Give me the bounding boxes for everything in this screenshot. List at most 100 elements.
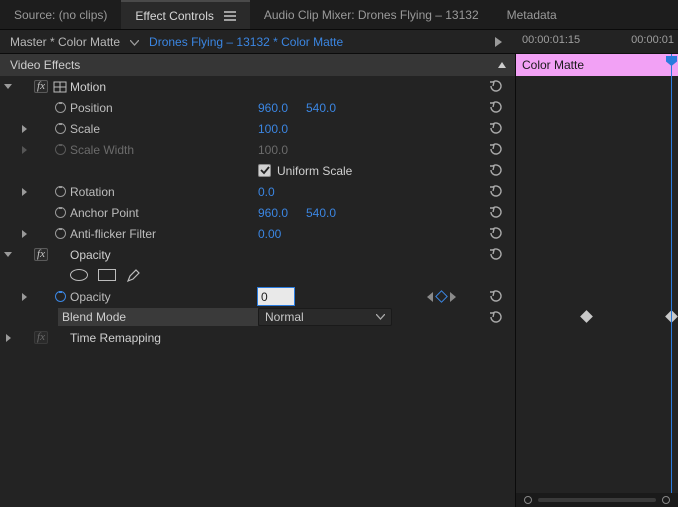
prop-scale: Scale 100.0	[0, 118, 515, 139]
fx-badge-icon[interactable]: fx	[34, 80, 48, 93]
timeline-clip-bar[interactable]: Color Matte	[516, 54, 678, 76]
position-x-value[interactable]: 960.0	[258, 101, 306, 115]
transform-icon	[53, 81, 67, 93]
antiflicker-value[interactable]: 0.00	[258, 227, 306, 241]
zoom-handle-right[interactable]	[662, 496, 670, 504]
effect-opacity[interactable]: fx Opacity	[0, 244, 515, 265]
video-effects-label: Video Effects	[10, 58, 80, 72]
position-y-value[interactable]: 540.0	[306, 101, 384, 115]
prop-rotation: Rotation 0.0	[0, 181, 515, 202]
tab-audio-mixer-label: Audio Clip Mixer: Drones Flying – 13132	[264, 8, 479, 22]
pen-mask-icon[interactable]	[126, 269, 140, 283]
scale-value[interactable]: 100.0	[258, 122, 306, 136]
prop-anchor-point: Anchor Point 960.0 540.0	[0, 202, 515, 223]
tab-metadata-label: Metadata	[507, 8, 557, 22]
twirl-closed-icon[interactable]	[22, 146, 27, 154]
fx-badge-icon[interactable]: fx	[34, 248, 48, 261]
tab-source[interactable]: Source: (no clips)	[0, 0, 121, 29]
reset-icon[interactable]	[488, 80, 504, 94]
rotation-value[interactable]: 0.0	[258, 185, 306, 199]
reset-icon[interactable]	[488, 164, 504, 178]
reset-icon[interactable]	[488, 227, 504, 241]
clip-master-label: Master * Color Matte	[10, 35, 120, 49]
collapse-icon[interactable]	[498, 62, 506, 68]
timecode-tick: 00:00:01:15	[522, 34, 580, 46]
blend-mode-select[interactable]: Normal	[258, 308, 392, 326]
tab-effect-controls-label: Effect Controls	[135, 9, 213, 23]
stopwatch-icon[interactable]	[54, 122, 67, 135]
clip-sequence-label[interactable]: Drones Flying – 13132 * Color Matte	[149, 35, 343, 49]
video-effects-header[interactable]: Video Effects	[0, 54, 515, 76]
reset-icon[interactable]	[488, 143, 504, 157]
timecode-tick: 00:00:01	[631, 34, 674, 46]
tab-metadata[interactable]: Metadata	[493, 0, 571, 29]
stopwatch-on-icon[interactable]	[54, 290, 67, 303]
timeline-panel: Color Matte	[516, 54, 678, 507]
chevron-down-icon	[376, 314, 385, 320]
add-keyframe-icon[interactable]	[435, 290, 448, 303]
chevron-down-icon[interactable]	[130, 35, 139, 49]
reset-icon[interactable]	[488, 206, 504, 220]
panel-menu-icon[interactable]	[224, 11, 236, 21]
fx-badge-icon[interactable]: fx	[34, 331, 48, 344]
reset-icon[interactable]	[488, 248, 504, 262]
effect-time-remapping[interactable]: fx Time Remapping	[0, 327, 515, 348]
zoom-track[interactable]	[538, 498, 656, 502]
stopwatch-icon[interactable]	[54, 185, 67, 198]
play-icon[interactable]	[495, 37, 502, 47]
stopwatch-icon[interactable]	[54, 206, 67, 219]
prop-position-label: Position	[70, 101, 258, 115]
twirl-closed-icon[interactable]	[6, 334, 11, 342]
prop-rotation-label: Rotation	[70, 185, 258, 199]
reset-icon[interactable]	[488, 310, 504, 324]
twirl-closed-icon[interactable]	[22, 293, 27, 301]
effect-opacity-label: Opacity	[70, 248, 258, 262]
panel-tab-strip: Source: (no clips) Effect Controls Audio…	[0, 0, 678, 30]
uniform-scale-label: Uniform Scale	[277, 164, 352, 178]
effect-motion[interactable]: fx Motion	[0, 76, 515, 97]
stopwatch-icon[interactable]	[54, 101, 67, 114]
scale-width-value: 100.0	[258, 143, 306, 157]
stopwatch-icon[interactable]	[54, 227, 67, 240]
next-keyframe-icon[interactable]	[450, 292, 456, 302]
keyframe-marker[interactable]	[580, 310, 593, 323]
rect-mask-icon[interactable]	[98, 269, 116, 281]
prop-scale-width: Scale Width 100.0	[0, 139, 515, 160]
prop-scale-label: Scale	[70, 122, 258, 136]
blend-mode-label: Blend Mode	[58, 308, 258, 326]
reset-icon[interactable]	[488, 185, 504, 199]
timeline-ruler[interactable]: 00:00:01:15 00:00:01	[516, 30, 678, 54]
tab-source-label: Source: (no clips)	[14, 8, 107, 22]
timeline-clip-label: Color Matte	[522, 58, 584, 72]
uniform-scale-checkbox[interactable]	[258, 164, 271, 177]
prop-opacity-label: Opacity	[70, 290, 258, 304]
reset-icon[interactable]	[488, 122, 504, 136]
anchor-y-value[interactable]: 540.0	[306, 206, 384, 220]
twirl-open-icon[interactable]	[4, 84, 12, 89]
effect-time-label: Time Remapping	[70, 331, 258, 345]
prop-antiflicker: Anti-flicker Filter 0.00	[0, 223, 515, 244]
reset-icon[interactable]	[488, 101, 504, 115]
playhead[interactable]	[671, 54, 672, 507]
ellipse-mask-icon[interactable]	[70, 269, 88, 281]
effects-panel: Video Effects fx Motion Position	[0, 54, 516, 507]
prop-blend-mode: Blend Mode Normal	[0, 307, 515, 327]
twirl-closed-icon[interactable]	[22, 125, 27, 133]
zoom-handle-left[interactable]	[524, 496, 532, 504]
tab-audio-mixer[interactable]: Audio Clip Mixer: Drones Flying – 13132	[250, 0, 493, 29]
prop-position: Position 960.0 540.0	[0, 97, 515, 118]
clip-breadcrumb: Master * Color Matte Drones Flying – 131…	[0, 30, 516, 54]
mask-tools-row	[0, 265, 515, 286]
anchor-x-value[interactable]: 960.0	[258, 206, 306, 220]
stopwatch-icon	[54, 143, 67, 156]
tab-effect-controls[interactable]: Effect Controls	[121, 0, 249, 29]
prev-keyframe-icon[interactable]	[427, 292, 433, 302]
reset-icon[interactable]	[488, 290, 504, 304]
twirl-closed-icon[interactable]	[22, 230, 27, 238]
twirl-open-icon[interactable]	[4, 252, 12, 257]
opacity-value-input[interactable]	[258, 288, 294, 305]
prop-opacity: Opacity	[0, 286, 515, 307]
twirl-closed-icon[interactable]	[22, 188, 27, 196]
prop-anchor-label: Anchor Point	[70, 206, 258, 220]
timeline-zoom-bar[interactable]	[516, 493, 678, 507]
